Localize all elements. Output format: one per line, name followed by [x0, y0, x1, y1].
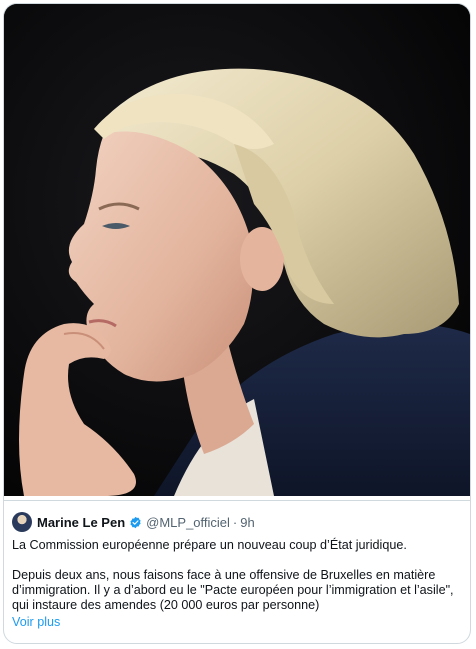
verified-badge-icon: [129, 516, 142, 529]
author-handle[interactable]: @MLP_officiel: [146, 515, 230, 530]
author-name[interactable]: Marine Le Pen: [37, 515, 125, 530]
post-text-paragraph: La Commission européenne prépare un nouv…: [12, 538, 407, 552]
portrait-image: [4, 4, 470, 496]
post-content: Marine Le Pen @MLP_officiel · 9h La Comm…: [4, 500, 470, 642]
post-photo[interactable]: [4, 4, 470, 496]
show-more-link[interactable]: Voir plus: [12, 615, 60, 630]
post-header: Marine Le Pen @MLP_officiel · 9h: [12, 510, 460, 534]
avatar[interactable]: [12, 512, 32, 532]
header-separator: ·: [232, 514, 238, 530]
post-text-paragraph: Depuis deux ans, nous faisons face à une…: [12, 568, 454, 612]
post-card[interactable]: Marine Le Pen @MLP_officiel · 9h La Comm…: [3, 3, 471, 644]
post-text: La Commission européenne prépare un nouv…: [12, 538, 460, 613]
post-timestamp[interactable]: 9h: [240, 515, 254, 530]
